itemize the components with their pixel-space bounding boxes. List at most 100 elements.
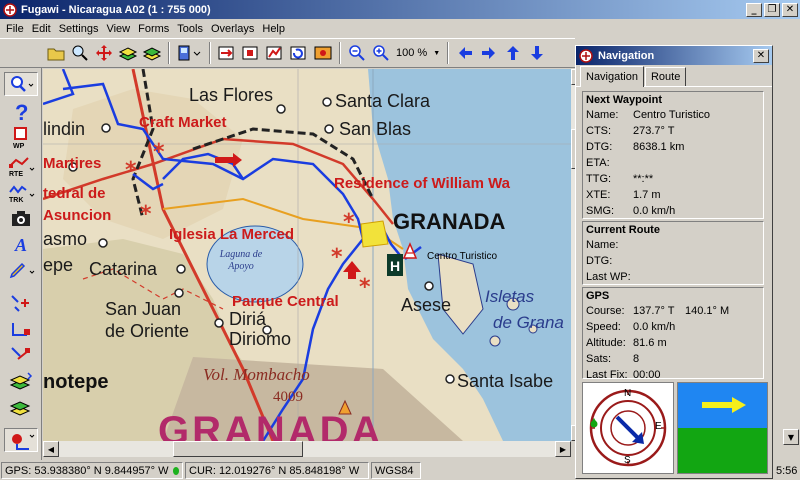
waypoint-tool-button[interactable]: WP xyxy=(4,126,38,150)
map-label-san-blas: San Blas xyxy=(339,119,412,139)
navigation-window: Navigation ✕ Navigation Route Next Waypo… xyxy=(575,45,773,479)
map-window-button[interactable] xyxy=(311,42,334,65)
route-icon: RTE xyxy=(9,157,35,178)
magnifier-globe-icon xyxy=(72,45,88,61)
refresh-button[interactable] xyxy=(287,42,310,65)
waypoint-icon: WP xyxy=(13,127,27,150)
info-row: DTG: 8638.1 km xyxy=(583,139,763,155)
menu-edit[interactable]: Edit xyxy=(28,23,55,35)
route-tool-button[interactable]: RTE xyxy=(4,154,38,178)
gps-position-button[interactable] xyxy=(4,428,38,452)
layers-down-button[interactable] xyxy=(140,42,163,65)
scroll-down-button[interactable] xyxy=(525,42,548,65)
waypoint-add-button[interactable] xyxy=(4,292,38,316)
row-value: 8 xyxy=(633,353,640,365)
magnifier-icon xyxy=(11,76,34,92)
poi-asterisk-icon: * xyxy=(153,140,165,165)
map-label-masmo: asmo xyxy=(43,229,88,249)
find-map-button[interactable] xyxy=(68,42,91,65)
track-button[interactable] xyxy=(263,42,286,65)
menu-settings[interactable]: Settings xyxy=(55,23,103,35)
route-extend-button[interactable] xyxy=(4,344,38,368)
map-label-parque: Parque Central xyxy=(232,293,339,310)
draw-tool-button[interactable] xyxy=(4,258,38,282)
horizontal-scroll-thumb[interactable] xyxy=(173,441,303,457)
town-marker xyxy=(424,281,434,291)
gps-device-button[interactable] xyxy=(174,42,204,65)
scroll-left-button[interactable] xyxy=(453,42,476,65)
navigation-title-bar[interactable]: Navigation ✕ xyxy=(576,46,772,65)
scroll-down-arrow[interactable]: ▼ xyxy=(783,429,799,445)
islet xyxy=(489,335,501,347)
center-icon xyxy=(242,46,257,60)
scroll-left-arrow[interactable]: ◀ xyxy=(43,441,59,457)
layer-move-down-button[interactable] xyxy=(4,396,38,420)
zoom-tool-button[interactable] xyxy=(4,72,38,96)
map-label-epe: epe xyxy=(43,255,74,275)
cursor-position-text: CUR: 12.019276° N 85.848198° W xyxy=(189,464,360,477)
menu-forms[interactable]: Forms xyxy=(134,23,173,35)
window-title: Fugawi - Nicaragua A02 (1 : 755 000) xyxy=(21,3,211,16)
gps-position-panel: GPS: 53.938380° N 9.844957° W xyxy=(1,462,183,479)
open-folder-button[interactable] xyxy=(44,42,67,65)
pan-button[interactable] xyxy=(92,42,115,65)
zoom-in-button[interactable] xyxy=(369,42,392,65)
row-key: Last WP: xyxy=(586,271,631,283)
town-marker xyxy=(101,123,111,133)
center-gps-button[interactable] xyxy=(239,42,262,65)
info-row: Sats: 8 xyxy=(583,351,763,367)
minimize-button[interactable]: _ xyxy=(746,2,762,17)
menu-overlays[interactable]: Overlays xyxy=(207,23,258,35)
poi-asterisk-icon: * xyxy=(140,202,152,227)
restore-button[interactable]: ❐ xyxy=(764,2,780,17)
map-label-residence: Residence of William Wa xyxy=(334,175,511,192)
fugawi-logo-icon xyxy=(3,2,17,17)
waypoint-label[interactable]: Centro Turistico xyxy=(427,251,497,262)
poi-asterisk-icon: * xyxy=(343,210,355,235)
layers-up-button[interactable] xyxy=(116,42,139,65)
go-to-button[interactable] xyxy=(215,42,238,65)
tab-route[interactable]: Route xyxy=(644,67,687,86)
close-button[interactable]: ✕ xyxy=(782,2,798,17)
town-marker xyxy=(174,288,184,298)
map-horizontal-scrollbar[interactable]: ◀ ▶ xyxy=(43,441,571,457)
title-bar: Fugawi - Nicaragua A02 (1 : 755 000) _ ❐… xyxy=(0,0,800,19)
menu-file[interactable]: File xyxy=(2,23,28,35)
menu-tools[interactable]: Tools xyxy=(173,23,207,35)
tab-navigation[interactable]: Navigation xyxy=(580,66,644,87)
menu-view[interactable]: View xyxy=(102,23,134,35)
tool-palette: ? WP RTE TRK A xyxy=(0,68,42,460)
help-tool-button[interactable]: ? xyxy=(4,100,38,124)
menu-help[interactable]: Help xyxy=(258,23,289,35)
zoom-out-button[interactable] xyxy=(345,42,368,65)
goto-icon xyxy=(218,46,233,60)
compass: N E S xyxy=(582,382,674,474)
row-value: 81.6 m xyxy=(633,337,667,349)
navigation-close-button[interactable]: ✕ xyxy=(753,48,769,63)
row-value: 0.0 km/h xyxy=(633,321,676,333)
gps-title: GPS xyxy=(586,290,610,302)
zoom-level-select[interactable]: 100 % ▼ xyxy=(393,43,443,64)
scroll-right-arrow[interactable]: ▶ xyxy=(555,441,571,457)
toolbar: 100 % ▼ xyxy=(0,38,575,68)
info-row: Name: xyxy=(583,237,763,253)
track-tool-button[interactable]: TRK xyxy=(4,180,38,204)
chevron-down-icon: ▼ xyxy=(433,49,441,57)
toolbar-separator xyxy=(209,42,211,64)
map-label-santa-clara: Santa Clara xyxy=(335,91,431,111)
photo-tool-button[interactable] xyxy=(4,206,38,230)
info-row: Last WP: xyxy=(583,269,763,285)
text-tool-button[interactable]: A xyxy=(4,232,38,256)
row-key: XTE: xyxy=(586,189,611,201)
info-row: Last Fix: 00:00 xyxy=(583,367,763,383)
map-view[interactable]: H * * * * * * Las Flores Santa Clara San… xyxy=(43,69,571,441)
scroll-right-button[interactable] xyxy=(477,42,500,65)
map-window-icon xyxy=(314,46,331,60)
route-insert-button[interactable] xyxy=(4,318,38,342)
row-key: ETA: xyxy=(586,157,610,169)
info-row: Speed: 0.0 km/h xyxy=(583,319,763,335)
layer-move-up-button[interactable] xyxy=(4,370,38,394)
scroll-up-button[interactable] xyxy=(501,42,524,65)
current-route-title: Current Route xyxy=(586,224,660,236)
track-icon: TRK xyxy=(9,185,35,204)
